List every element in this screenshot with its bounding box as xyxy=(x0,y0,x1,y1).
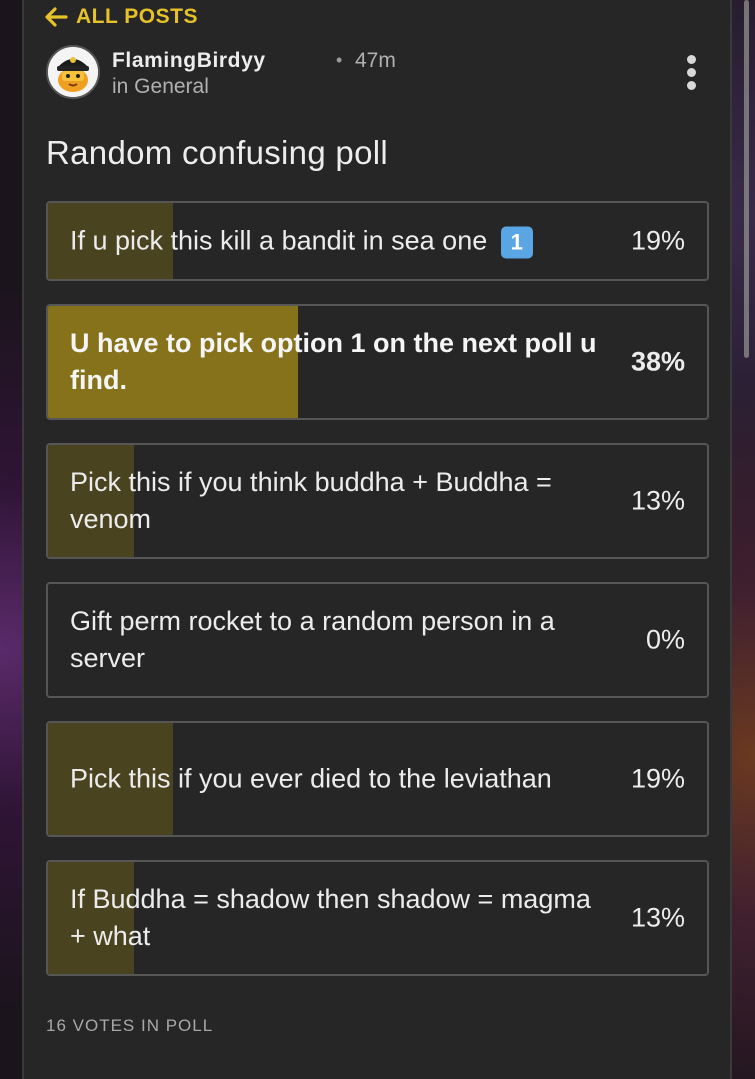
vote-count: 16 VOTES IN POLL xyxy=(46,1016,214,1035)
post-channel[interactable]: in General xyxy=(112,75,209,99)
post-time: 47m xyxy=(355,49,396,72)
separator-dot: • xyxy=(336,50,343,70)
arrow-left-icon xyxy=(44,7,68,27)
poll-option[interactable]: Pick this if you ever died to the leviat… xyxy=(46,721,709,837)
poll-options: If u pick this kill a bandit in sea one … xyxy=(46,201,709,999)
poll-option-label: U have to pick option 1 on the next poll… xyxy=(70,328,597,395)
poll-option-percent: 0% xyxy=(645,624,685,655)
poll-option-label: Pick this if you ever died to the leviat… xyxy=(70,763,552,794)
poll-option-label: Pick this if you think buddha + Buddha =… xyxy=(70,467,552,534)
author-name[interactable]: FlamingBirdyy xyxy=(112,49,266,73)
poll-option[interactable]: Pick this if you think buddha + Buddha =… xyxy=(46,443,709,559)
poll-option[interactable]: If u pick this kill a bandit in sea one … xyxy=(46,201,709,281)
poll-option[interactable]: If Buddha = shadow then shadow = magma +… xyxy=(46,860,709,976)
poll-title: Random confusing poll xyxy=(46,134,389,171)
all-posts-label: ALL POSTS xyxy=(76,5,198,28)
poll-option-label: If Buddha = shadow then shadow = magma +… xyxy=(70,884,591,951)
more-options-icon[interactable] xyxy=(684,55,698,91)
keycap-1-icon: 1 xyxy=(500,226,533,259)
poll-option-label: If u pick this kill a bandit in sea one … xyxy=(70,223,597,260)
poll-option-percent: 19% xyxy=(630,763,685,794)
poll-option-percent: 13% xyxy=(630,485,685,516)
all-posts-link[interactable]: ALL POSTS xyxy=(44,5,198,29)
poll-option-percent: 13% xyxy=(630,902,685,933)
post-author-row: FlamingBirdyy • 47m in General xyxy=(46,45,706,101)
poll-option[interactable]: U have to pick option 1 on the next poll… xyxy=(46,304,709,420)
poll-option-percent: 19% xyxy=(630,225,685,256)
scrollbar[interactable] xyxy=(744,0,749,358)
poll-option[interactable]: Gift perm rocket to a random person in a… xyxy=(46,582,709,698)
avatar[interactable] xyxy=(46,45,100,99)
avatar-image xyxy=(48,47,98,97)
poll-option-percent: 38% xyxy=(630,346,685,377)
poll-option-label: Gift perm rocket to a random person in a… xyxy=(70,606,555,673)
